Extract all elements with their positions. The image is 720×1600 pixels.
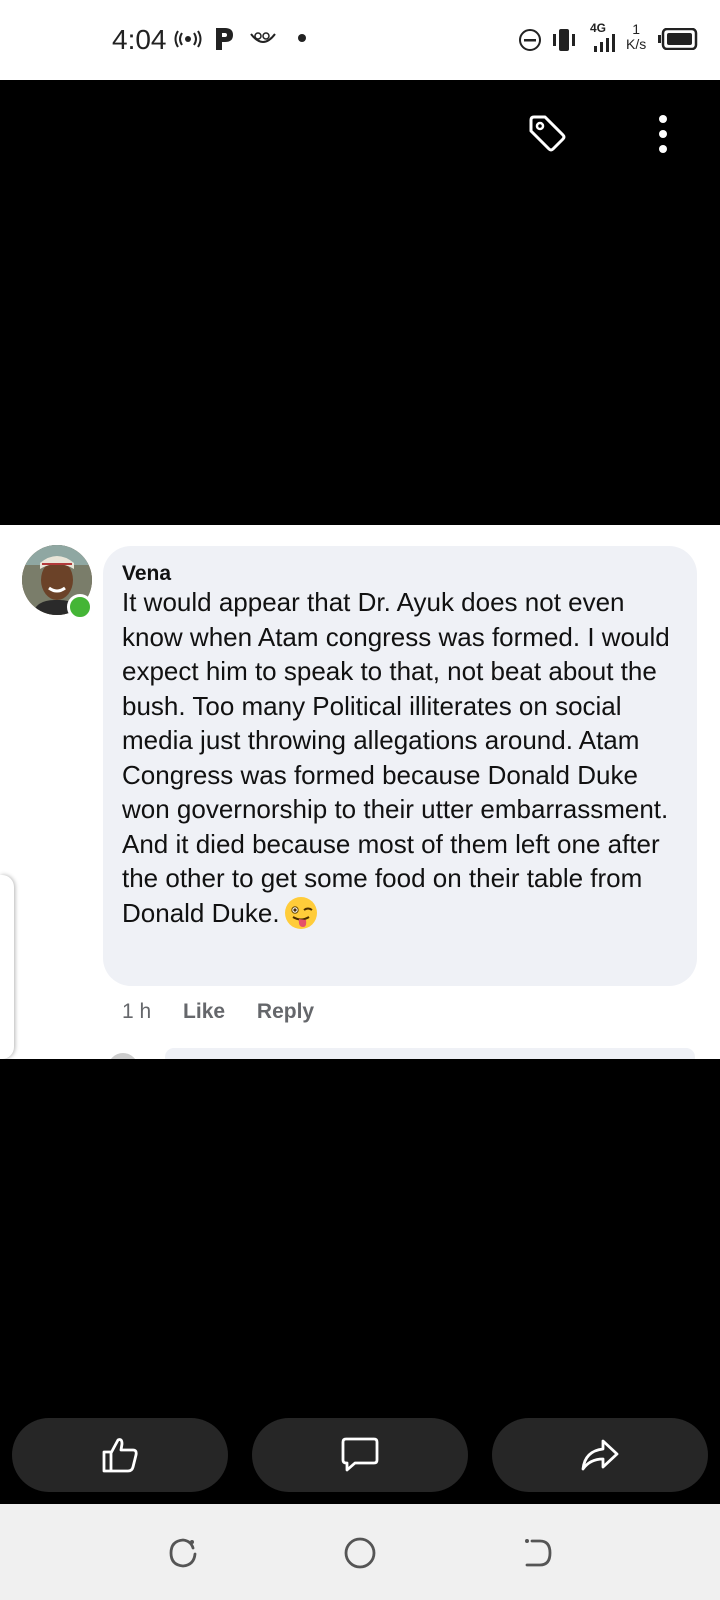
home-icon[interactable] — [343, 1536, 377, 1570]
like-link[interactable]: Like — [183, 1000, 225, 1023]
network-speed: 1 K/s — [626, 21, 647, 52]
comment-text: It would appear that Dr. Ayuk does not e… — [122, 587, 670, 928]
comment-author[interactable]: Vena — [122, 562, 171, 586]
edge-panel-handle[interactable] — [0, 875, 14, 1059]
vibrate-icon — [553, 29, 575, 51]
more-vertical-icon[interactable] — [648, 112, 678, 156]
do-not-disturb-icon — [519, 29, 541, 51]
comment-icon — [341, 1437, 379, 1472]
comment-bubble: Vena It would appear that Dr. Ayuk does … — [103, 546, 697, 986]
status-time: 4:04 — [112, 24, 167, 55]
like-icon — [102, 1438, 138, 1473]
hotspot-icon — [174, 30, 202, 48]
app-notification-icon — [250, 32, 276, 43]
next-comment-avatar — [108, 1053, 138, 1059]
like-button[interactable] — [12, 1418, 228, 1492]
signal-icon — [594, 34, 615, 52]
network-type-label: 4G — [590, 21, 607, 35]
online-status-dot — [67, 594, 93, 620]
comment-image: Vena It would appear that Dr. Ayuk does … — [0, 525, 720, 1059]
next-comment-bubble — [165, 1048, 695, 1059]
comment-time: 1 h — [122, 1000, 152, 1023]
share-button[interactable] — [492, 1418, 708, 1492]
reply-link[interactable]: Reply — [257, 1000, 314, 1023]
system-nav-bar — [0, 1504, 720, 1600]
recents-icon[interactable] — [166, 1536, 200, 1570]
tag-icon[interactable] — [526, 112, 568, 154]
status-bar: 4:04 4G 1 K/s — [0, 0, 720, 80]
share-icon — [581, 1439, 619, 1471]
back-icon[interactable] — [520, 1536, 554, 1570]
comment-actions: 1 h Like Reply — [122, 1000, 340, 1024]
comment-button[interactable] — [252, 1418, 468, 1492]
winking-tongue-emoji-icon — [284, 896, 317, 929]
comment-text-block: It would appear that Dr. Ayuk does not e… — [122, 585, 682, 930]
app-p-icon — [216, 28, 233, 50]
battery-icon — [658, 28, 698, 50]
more-notifications-dot-icon — [298, 34, 306, 42]
